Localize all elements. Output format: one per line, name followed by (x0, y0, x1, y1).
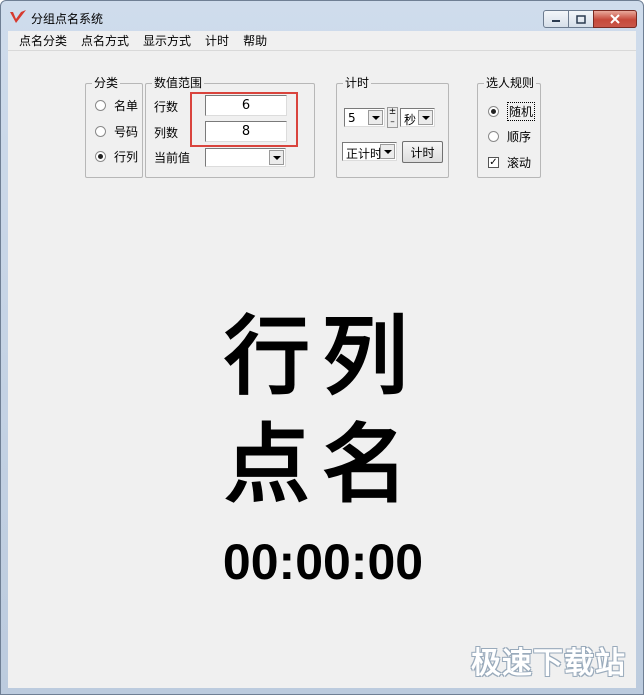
rules-legend: 选人规则 (486, 76, 535, 90)
menu-timing[interactable]: 计时 (198, 32, 236, 49)
timing-legend: 计时 (345, 76, 370, 90)
category-option-number[interactable]: 号码 (95, 123, 138, 140)
display-title: 行列 点名 (222, 303, 422, 519)
radio-number[interactable] (95, 126, 106, 137)
cols-input[interactable] (205, 121, 287, 142)
timing-mode-select[interactable]: 正计时 (342, 142, 397, 161)
rows-label: 行数 (154, 100, 179, 114)
spin-down-icon[interactable]: – (388, 118, 397, 128)
minimize-button[interactable] (543, 10, 569, 28)
chevron-down-icon[interactable] (269, 150, 284, 165)
maximize-icon (576, 14, 586, 24)
menu-display-mode[interactable]: 显示方式 (136, 32, 198, 49)
app-logo-icon (10, 10, 26, 23)
rule-option-random[interactable]: 随机 (488, 102, 536, 121)
timing-unit-text: 秒 (404, 113, 417, 127)
rule-option-label: 顺序 (507, 130, 532, 144)
watermark-text: 极速下载站 (471, 646, 626, 681)
rule-scroll-checkbox[interactable]: ✓ 滚动 (488, 154, 531, 171)
timing-spinner[interactable]: ± – (387, 107, 398, 128)
display-line-2: 点名 (224, 414, 420, 515)
chevron-down-icon[interactable] (368, 110, 383, 125)
radio-sequential[interactable] (488, 131, 499, 142)
category-legend: 分类 (94, 76, 119, 90)
timing-mode-text: 正计时 (346, 147, 383, 161)
maximize-button[interactable] (568, 10, 594, 28)
category-option-label: 号码 (114, 125, 139, 139)
radio-rowcol[interactable] (95, 151, 106, 162)
timing-amount-select[interactable]: 5 (344, 108, 385, 127)
check-icon[interactable]: ✓ (488, 157, 499, 168)
radio-roster[interactable] (95, 100, 106, 111)
menu-call-method[interactable]: 点名方式 (74, 32, 136, 49)
category-option-label: 行列 (114, 150, 139, 164)
display-line-1: 行列 (224, 306, 420, 407)
title-bar[interactable]: 分组点名系统 (1, 1, 643, 31)
minimize-icon (552, 20, 560, 22)
range-legend: 数值范围 (154, 76, 203, 90)
category-option-rowcol[interactable]: 行列 (95, 148, 138, 165)
window-title: 分组点名系统 (31, 12, 104, 26)
category-option-label: 名单 (114, 99, 139, 113)
menu-bar: 点名分类 点名方式 显示方式 计时 帮助 (8, 31, 636, 50)
timing-unit-select[interactable]: 秒 (400, 108, 435, 127)
close-icon (610, 14, 620, 24)
window-controls (543, 10, 637, 28)
main-area: 分类 名单 号码 行列 数值范围 行数 列数 当前值 计时 (8, 50, 636, 688)
rule-option-label: 随机 (507, 102, 536, 121)
chevron-down-icon[interactable] (418, 110, 433, 125)
timer-display: 00:00:00 (222, 534, 424, 590)
category-option-roster[interactable]: 名单 (95, 97, 138, 114)
close-button[interactable] (593, 10, 637, 28)
radio-random[interactable] (488, 106, 499, 117)
menu-help[interactable]: 帮助 (236, 32, 274, 49)
current-value-select[interactable] (205, 148, 286, 167)
chevron-down-icon[interactable] (380, 144, 395, 159)
rule-scroll-label: 滚动 (507, 156, 532, 170)
start-timer-button[interactable]: 计时 (402, 141, 443, 163)
rule-option-sequential[interactable]: 顺序 (488, 128, 531, 145)
menu-call-category[interactable]: 点名分类 (12, 32, 74, 49)
rows-input[interactable] (205, 95, 287, 116)
app-window: 分组点名系统 点名分类 点名方式 显示方式 计时 帮助 分类 名单 号码 行列 … (0, 0, 644, 695)
cols-label: 列数 (154, 126, 179, 140)
timing-amount-text: 5 (348, 111, 356, 125)
current-value-label: 当前值 (154, 151, 191, 165)
